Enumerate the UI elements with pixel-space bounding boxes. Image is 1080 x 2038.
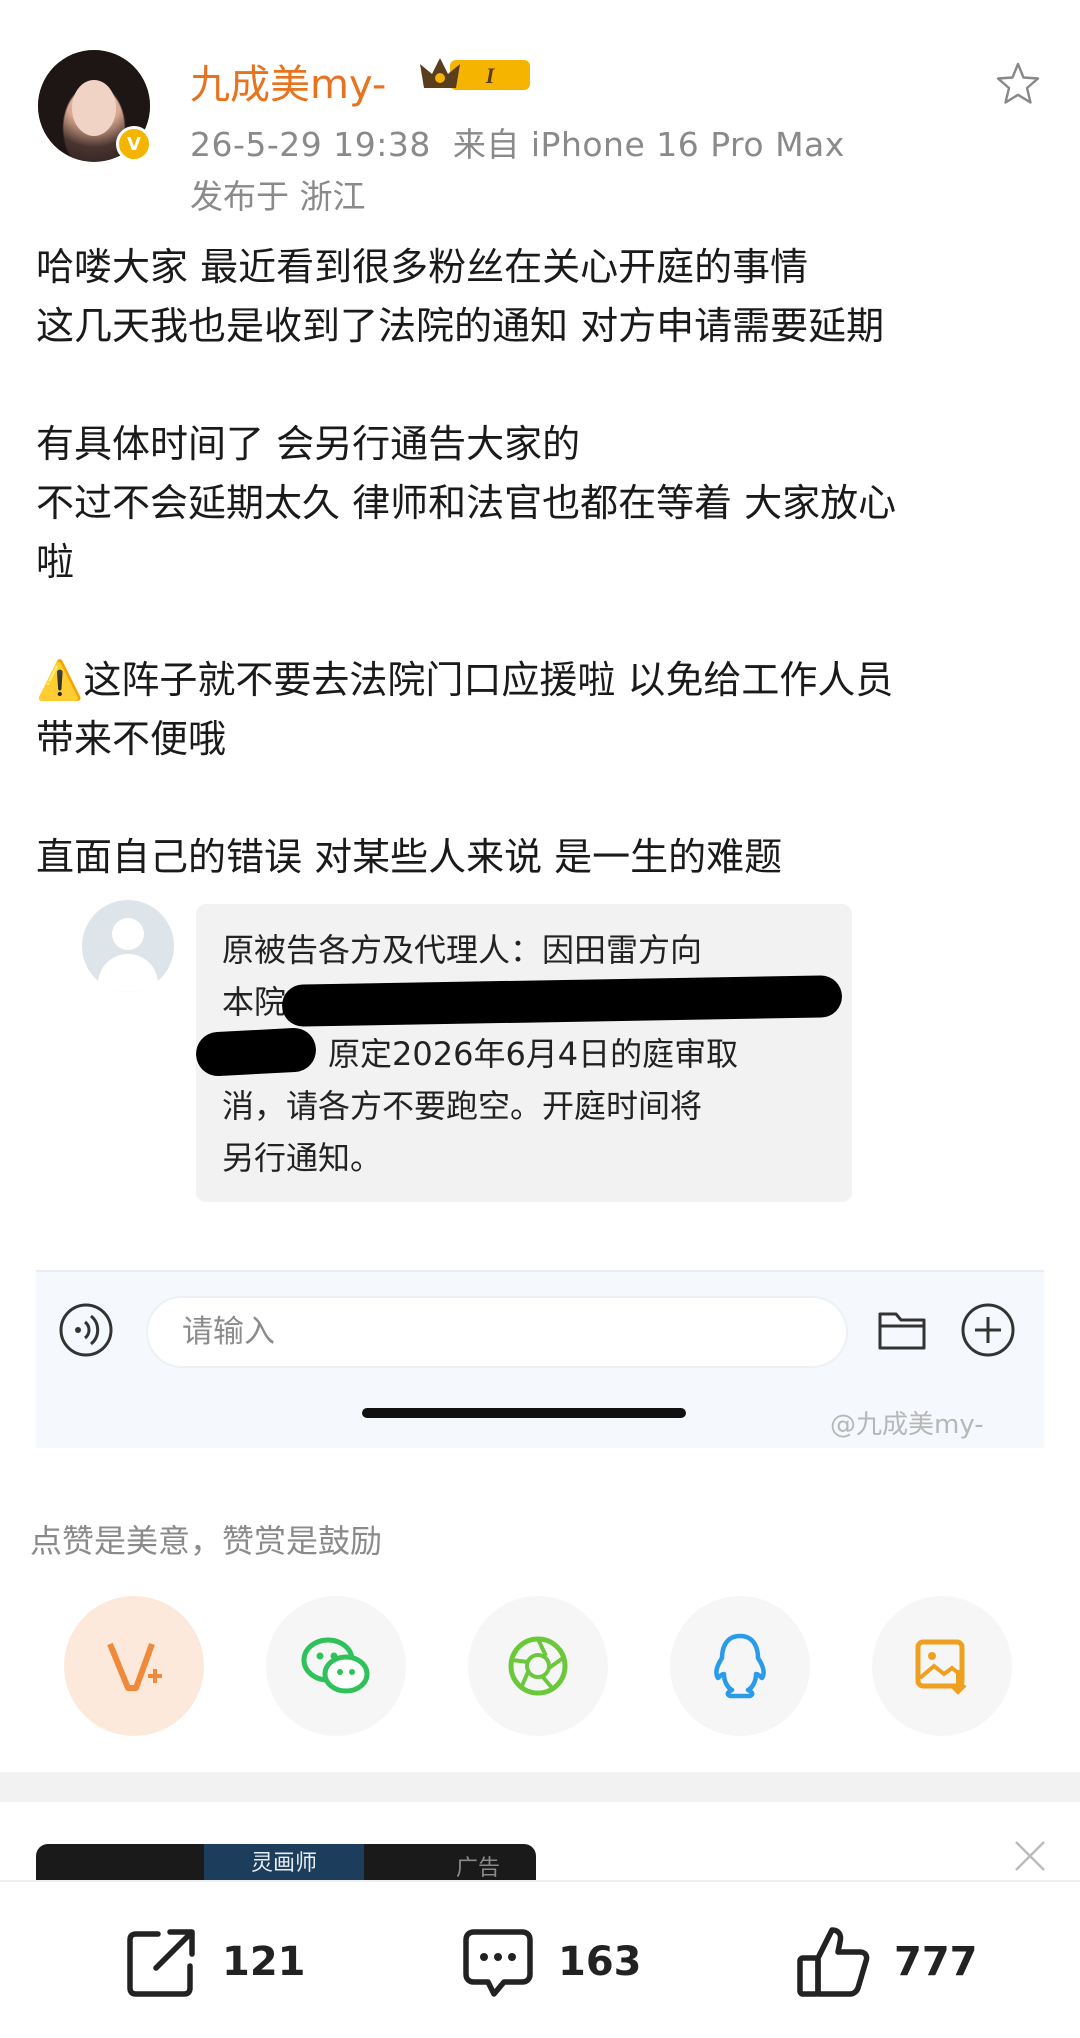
cropped-text-fragment <box>196 880 596 894</box>
share-wechat-button[interactable] <box>266 1596 406 1736</box>
attached-screenshot-image[interactable]: 原被告各方及代理人：因田雷方向 本院 原定2026年6月4日的庭审取 消，请各方… <box>36 880 1044 1448</box>
wechat-icon <box>301 1637 370 1694</box>
close-ad-icon[interactable] <box>1012 1838 1048 1874</box>
level-label: I <box>485 63 496 88</box>
repost-icon <box>127 1929 195 1997</box>
qq-penguin-icon <box>714 1633 766 1699</box>
post-location: 发布于 浙江 <box>190 177 366 216</box>
post-line: 哈喽大家 最近看到很多粉丝在关心开庭的事情 <box>36 245 809 289</box>
post-line: 带来不便哦 <box>36 717 227 761</box>
repost-button[interactable]: 121 <box>124 1922 306 2002</box>
post-line: 有具体时间了 会另行通告大家的 <box>36 422 581 466</box>
avatar-body <box>98 954 158 992</box>
post-line: 直面自己的错误 对某些人来说 是一生的难题 <box>36 835 783 879</box>
moments-aperture-icon <box>508 1636 568 1696</box>
post-line: 这几天我也是收到了法院的通知 对方申请需要延期 <box>36 304 885 348</box>
avatar-face <box>72 80 116 136</box>
weibo-watermark: @九成美my- <box>830 1410 984 1440</box>
default-avatar-icon <box>82 900 174 992</box>
post-line: 不过不会延期太久 律师和法官也都在等着 大家放心 <box>36 481 897 525</box>
comment-count: 163 <box>558 1939 642 1985</box>
ad-thumbnail-text: 灵画师 <box>204 1844 364 1884</box>
post-body: 哈喽大家 最近看到很多粉丝在关心开庭的事情 这几天我也是收到了法院的通知 对方申… <box>36 238 1048 887</box>
comment-button[interactable]: 163 <box>460 1922 642 2002</box>
avatar-head <box>112 918 144 950</box>
level-crown-badge-icon: I <box>420 58 530 90</box>
favorite-star-icon[interactable] <box>994 60 1042 108</box>
like-count: 777 <box>894 1939 978 1985</box>
post-source: 来自 iPhone 16 Pro Max <box>452 125 845 164</box>
post-header: V 九成美my- I 26-5-29 19:38 来自 iPhone 16 Pro… <box>0 0 1080 220</box>
bubble-line: 消，请各方不要跑空。开庭时间将 <box>222 1087 703 1125</box>
comment-icon <box>463 1929 533 1997</box>
bubble-line: 另行通知。 <box>222 1139 383 1177</box>
bottom-action-bar: 121 163 777 <box>0 1880 1080 2038</box>
post-meta: 26-5-29 19:38 来自 iPhone 16 Pro Max <box>190 118 845 166</box>
vplus-reward-button[interactable] <box>64 1596 204 1736</box>
section-divider <box>0 1772 1080 1802</box>
message-input[interactable]: 请输入 <box>146 1296 848 1368</box>
save-image-button[interactable] <box>872 1596 1012 1736</box>
like-button[interactable]: 777 <box>796 1922 978 2002</box>
folder-icon[interactable] <box>876 1304 928 1356</box>
save-image-icon <box>915 1639 967 1695</box>
share-row <box>0 1596 1080 1740</box>
username[interactable]: 九成美my- <box>190 52 386 110</box>
home-indicator-bar <box>362 1408 686 1418</box>
add-circle-icon[interactable] <box>960 1302 1016 1358</box>
reward-tip: 点赞是美意，赞赏是鼓励 <box>30 1522 383 1560</box>
post-line: 啦 <box>36 540 75 584</box>
bubble-line: 原被告各方及代理人：因田雷方向 <box>222 931 703 969</box>
share-qq-button[interactable] <box>670 1596 810 1736</box>
ad-banner[interactable]: 灵画师 广告 <box>36 1844 536 1884</box>
voice-input-icon[interactable] <box>58 1302 114 1358</box>
redaction-mark <box>194 1026 318 1078</box>
post-line: ⚠️这阵子就不要去法院门口应援啦 以免给工作人员 <box>36 658 894 702</box>
vplus-icon <box>107 1642 162 1691</box>
post-timestamp: 26-5-29 19:38 <box>190 125 431 164</box>
thumbs-up-icon <box>797 1927 870 1997</box>
ad-label: 广告 <box>456 1856 501 1881</box>
share-moments-button[interactable] <box>468 1596 608 1736</box>
repost-count: 121 <box>222 1939 306 1985</box>
verified-badge-icon: V <box>116 126 152 162</box>
